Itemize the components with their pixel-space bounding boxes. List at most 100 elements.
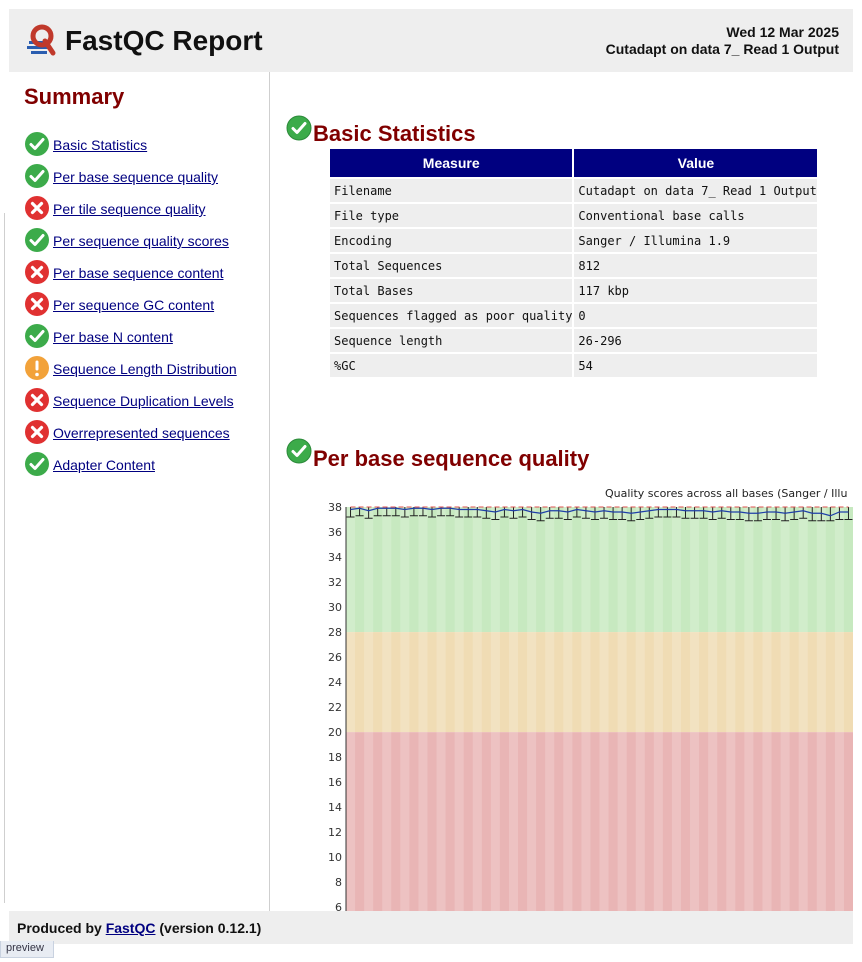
zone-stripe xyxy=(581,632,591,733)
zone-stripe xyxy=(780,507,790,633)
summary-link[interactable]: Per base sequence content xyxy=(53,265,223,281)
zone-stripe xyxy=(834,732,844,911)
table-row: Total Bases 117 kbp xyxy=(330,279,818,302)
report-title: FastQC Report xyxy=(65,25,263,56)
report-footer: Produced by FastQC (version 0.12.1) xyxy=(9,911,853,944)
summary-link[interactable]: Sequence Duplication Levels xyxy=(53,393,234,409)
measure-cell: %GC xyxy=(330,354,573,377)
zone-stripe xyxy=(744,507,754,633)
table-row: Sequence length 26-296 xyxy=(330,329,818,352)
summary-link[interactable]: Per base N content xyxy=(53,329,173,345)
summary-link[interactable]: Sequence Length Distribution xyxy=(53,361,237,377)
summary-link[interactable]: Per sequence quality scores xyxy=(53,233,229,249)
zone-stripe xyxy=(599,732,609,911)
value-cell: 26-296 xyxy=(574,329,818,352)
zone-stripe xyxy=(816,732,826,911)
zone-stripe xyxy=(816,507,826,633)
zone-stripe xyxy=(382,632,392,733)
zone-stripe xyxy=(364,507,374,633)
summary-link[interactable]: Per base sequence quality xyxy=(53,169,218,185)
pass-status-icon xyxy=(25,452,49,476)
basic-statistics-body: Filename Cutadapt on data 7_ Read 1 Outpu… xyxy=(330,179,818,377)
measure-cell: Encoding xyxy=(330,229,573,252)
value-cell: Conventional base calls xyxy=(574,204,818,227)
preview-tab[interactable]: preview xyxy=(0,941,54,958)
footer-version: (version 0.12.1) xyxy=(159,920,262,936)
zone-stripe xyxy=(780,632,790,733)
table-row: File type Conventional base calls xyxy=(330,204,818,227)
zone-stripe xyxy=(653,507,663,633)
preview-tab-label: preview xyxy=(6,942,44,954)
fastqc-link[interactable]: FastQC xyxy=(106,920,156,936)
zone-stripe xyxy=(346,632,356,733)
y-tick-label: 12 xyxy=(328,826,342,839)
zone-stripe xyxy=(762,632,772,733)
zone-stripe xyxy=(472,507,482,633)
zone-stripe xyxy=(599,507,609,633)
zone-stripe xyxy=(454,507,464,633)
basic-statistics-title: Basic Statistics xyxy=(313,121,476,146)
warn-status-icon xyxy=(25,356,49,380)
zone-stripe xyxy=(346,732,356,911)
zone-stripe xyxy=(490,732,500,911)
zone-stripe xyxy=(382,732,392,911)
measure-cell: Sequence length xyxy=(330,329,573,352)
zone-stripe xyxy=(690,632,700,733)
y-tick-label: 8 xyxy=(335,876,342,889)
zone-stripe xyxy=(762,507,772,633)
zone-stripe xyxy=(364,632,374,733)
y-tick-label: 22 xyxy=(328,701,342,714)
report-date: Wed 12 Mar 2025 xyxy=(726,24,839,40)
measure-column-header: Measure xyxy=(330,149,573,177)
y-tick-label: 38 xyxy=(328,501,342,514)
summary-link[interactable]: Per tile sequence quality xyxy=(53,201,206,217)
value-cell: 812 xyxy=(574,254,818,277)
zone-stripe xyxy=(545,507,555,633)
zone-stripe xyxy=(653,632,663,733)
summary-link[interactable]: Basic Statistics xyxy=(53,137,147,153)
table-row: Filename Cutadapt on data 7_ Read 1 Outpu… xyxy=(330,179,818,202)
measure-cell: Filename xyxy=(330,179,573,202)
zone-stripe xyxy=(527,732,537,911)
summary-link[interactable]: Adapter Content xyxy=(53,457,155,473)
y-tick-label: 14 xyxy=(328,801,342,814)
zone-stripe xyxy=(527,507,537,633)
fail-status-icon xyxy=(25,196,49,220)
zone-stripe xyxy=(472,632,482,733)
zone-stripe xyxy=(726,732,736,911)
chart-title: Quality scores across all bases (Sanger … xyxy=(605,487,847,500)
fail-status-icon xyxy=(25,388,49,412)
fail-status-icon xyxy=(25,420,49,444)
report-header: FastQC Report Wed 12 Mar 2025 Cutadapt o… xyxy=(9,9,853,72)
zone-stripe xyxy=(798,507,808,633)
value-cell: 117 kbp xyxy=(574,279,818,302)
value-cell: 0 xyxy=(574,304,818,327)
zone-stripe xyxy=(563,507,573,633)
zone-stripe xyxy=(581,507,591,633)
zone-stripe xyxy=(671,507,681,633)
zone-stripe xyxy=(418,632,428,733)
zone-stripe xyxy=(472,732,482,911)
summary-title: Summary xyxy=(24,84,125,109)
y-tick-label: 16 xyxy=(328,776,342,789)
zone-stripe xyxy=(454,632,464,733)
zone-stripe xyxy=(508,632,519,733)
summary-link[interactable]: Overrepresented sequences xyxy=(53,425,230,441)
pass-status-icon xyxy=(25,132,49,156)
zone-stripe xyxy=(635,732,645,911)
zone-stripe xyxy=(690,507,700,633)
zone-stripe xyxy=(708,732,718,911)
y-tick-label: 24 xyxy=(328,676,342,689)
zone-stripe xyxy=(671,632,681,733)
zone-stripe xyxy=(490,632,500,733)
zone-stripe xyxy=(418,732,428,911)
zone-stripe xyxy=(834,632,844,733)
zone-stripe xyxy=(744,732,754,911)
value-cell: Sanger / Illumina 1.9 xyxy=(574,229,818,252)
table-row: Total Sequences 812 xyxy=(330,254,818,277)
zone-stripe xyxy=(436,732,446,911)
y-tick-label: 20 xyxy=(328,726,342,739)
report-filename: Cutadapt on data 7_ Read 1 Output xyxy=(605,41,839,57)
summary-link[interactable]: Per sequence GC content xyxy=(53,297,214,313)
zone-stripe xyxy=(527,632,537,733)
